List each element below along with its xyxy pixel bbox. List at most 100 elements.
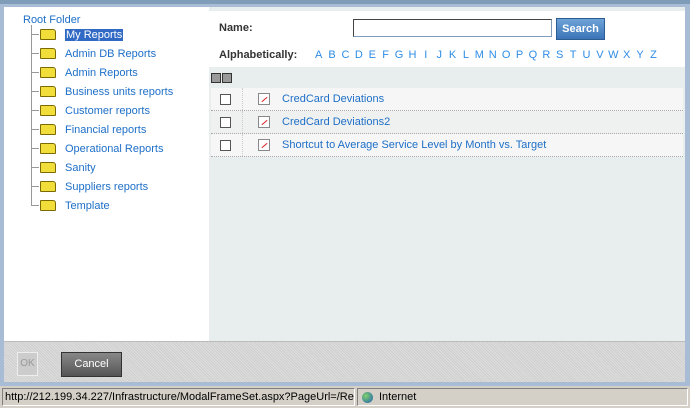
tree-item-label[interactable]: Business units reports bbox=[65, 86, 173, 98]
tree-connector bbox=[31, 167, 39, 168]
dialog-footer: OK Cancel bbox=[4, 341, 685, 382]
dialog-frame: Root Folder My Reports Admin DB Reports Ad… bbox=[0, 0, 690, 386]
tree-item-label[interactable]: Financial reports bbox=[65, 124, 146, 136]
letter-link[interactable]: U bbox=[580, 49, 593, 61]
security-zone: Internet bbox=[357, 388, 688, 406]
tree-connector bbox=[31, 110, 39, 111]
letter-link[interactable]: L bbox=[459, 49, 472, 61]
tree-line bbox=[31, 196, 32, 205]
globe-icon bbox=[362, 391, 373, 403]
tree-item-label[interactable]: Customer reports bbox=[65, 105, 150, 117]
tree-item-label[interactable]: Sanity bbox=[65, 162, 96, 174]
letter-link[interactable]: C bbox=[339, 49, 352, 61]
tree-item[interactable]: Business units reports bbox=[31, 82, 173, 101]
tree-connector bbox=[31, 205, 39, 206]
folder-icon bbox=[40, 162, 56, 173]
tree-item[interactable]: Sanity bbox=[31, 158, 173, 177]
search-button[interactable]: Search bbox=[556, 18, 605, 40]
letter-link[interactable]: W bbox=[607, 49, 620, 61]
letter-link[interactable]: A bbox=[312, 49, 325, 61]
folder-tree-panel: Root Folder My Reports Admin DB Reports Ad… bbox=[4, 7, 209, 345]
tree-line bbox=[31, 82, 32, 101]
letter-link[interactable]: J bbox=[433, 49, 446, 61]
report-link[interactable]: CredCard Deviations bbox=[282, 93, 384, 105]
row-checkbox[interactable] bbox=[220, 139, 231, 151]
row-checkbox[interactable] bbox=[220, 116, 231, 128]
letter-link[interactable]: O bbox=[499, 49, 512, 61]
tree-item[interactable]: Admin DB Reports bbox=[31, 44, 173, 63]
letter-link[interactable]: E bbox=[366, 49, 379, 61]
name-input[interactable] bbox=[353, 19, 552, 37]
status-url: http://212.199.34.227/Infrastructure/Mod… bbox=[2, 388, 355, 406]
ok-button[interactable]: OK bbox=[17, 352, 38, 376]
tree-item[interactable]: Financial reports bbox=[31, 120, 173, 139]
select-all-controls bbox=[211, 73, 232, 83]
cancel-button[interactable]: Cancel bbox=[61, 352, 122, 377]
letter-link[interactable]: V bbox=[593, 49, 606, 61]
letter-link[interactable]: S bbox=[553, 49, 566, 61]
folder-tree: My Reports Admin DB Reports Admin Reports B… bbox=[31, 25, 173, 215]
tree-line bbox=[31, 139, 32, 158]
letter-link[interactable]: R bbox=[540, 49, 553, 61]
letter-link[interactable]: H bbox=[406, 49, 419, 61]
report-link[interactable]: Shortcut to Average Service Level by Mon… bbox=[282, 139, 546, 151]
tree-line bbox=[31, 120, 32, 139]
letter-link[interactable]: I bbox=[419, 49, 432, 61]
tree-item[interactable]: Admin Reports bbox=[31, 63, 173, 82]
tree-item-label[interactable]: Template bbox=[65, 200, 110, 212]
tree-item[interactable]: Customer reports bbox=[31, 101, 173, 120]
tree-line bbox=[31, 158, 32, 177]
letter-link[interactable]: G bbox=[392, 49, 405, 61]
tree-item[interactable]: Template bbox=[31, 196, 173, 215]
letter-link[interactable]: B bbox=[325, 49, 338, 61]
tree-line bbox=[31, 63, 32, 82]
tree-connector bbox=[31, 91, 39, 92]
column-divider bbox=[242, 134, 243, 156]
tree-item-label[interactable]: Admin Reports bbox=[65, 67, 138, 79]
search-header: Name: Search Alphabetically: ABCDEFGHIJK… bbox=[209, 11, 685, 67]
folder-icon bbox=[40, 181, 56, 192]
letter-link[interactable]: K bbox=[446, 49, 459, 61]
tree-item-label[interactable]: My Reports bbox=[65, 28, 124, 41]
report-chart-icon bbox=[258, 116, 270, 128]
folder-icon bbox=[40, 143, 56, 154]
tree-item-label[interactable]: Suppliers reports bbox=[65, 181, 148, 193]
tree-item-label[interactable]: Operational Reports bbox=[65, 143, 163, 155]
tree-item[interactable]: Operational Reports bbox=[31, 139, 173, 158]
report-row: Shortcut to Average Service Level by Mon… bbox=[211, 134, 683, 157]
check-all-icon[interactable] bbox=[211, 73, 221, 83]
folder-icon bbox=[40, 67, 56, 78]
letter-link[interactable]: T bbox=[566, 49, 579, 61]
tree-line bbox=[31, 177, 32, 196]
letter-link[interactable]: F bbox=[379, 49, 392, 61]
status-bar: http://212.199.34.227/Infrastructure/Mod… bbox=[0, 386, 690, 408]
tree-item[interactable]: Suppliers reports bbox=[31, 177, 173, 196]
letter-link[interactable]: Q bbox=[526, 49, 539, 61]
tree-connector bbox=[31, 53, 39, 54]
row-checkbox[interactable] bbox=[220, 93, 231, 105]
letter-link[interactable]: D bbox=[352, 49, 365, 61]
tree-item-label[interactable]: Admin DB Reports bbox=[65, 48, 156, 60]
tree-connector bbox=[31, 148, 39, 149]
folder-icon bbox=[40, 200, 56, 211]
report-panel: Name: Search Alphabetically: ABCDEFGHIJK… bbox=[209, 7, 685, 345]
uncheck-all-icon[interactable] bbox=[222, 73, 232, 83]
letter-link[interactable]: P bbox=[513, 49, 526, 61]
tree-connector bbox=[31, 186, 39, 187]
letter-link[interactable]: M bbox=[473, 49, 486, 61]
tree-connector bbox=[31, 34, 39, 35]
report-link[interactable]: CredCard Deviations2 bbox=[282, 116, 390, 128]
letter-link[interactable]: Z bbox=[647, 49, 660, 61]
alphabet-filter: ABCDEFGHIJKLMNOPQRSTUVWXYZ bbox=[312, 49, 660, 61]
letter-link[interactable]: N bbox=[486, 49, 499, 61]
report-row: CredCard Deviations2 bbox=[211, 111, 683, 134]
column-divider bbox=[242, 111, 243, 133]
name-label: Name: bbox=[219, 22, 253, 34]
report-chart-icon bbox=[258, 93, 270, 105]
letter-link[interactable]: X bbox=[620, 49, 633, 61]
letter-link[interactable]: Y bbox=[633, 49, 646, 61]
folder-icon bbox=[40, 105, 56, 116]
alphabetically-label: Alphabetically: bbox=[219, 49, 298, 61]
tree-item[interactable]: My Reports bbox=[31, 25, 173, 44]
tree-line bbox=[31, 25, 32, 44]
